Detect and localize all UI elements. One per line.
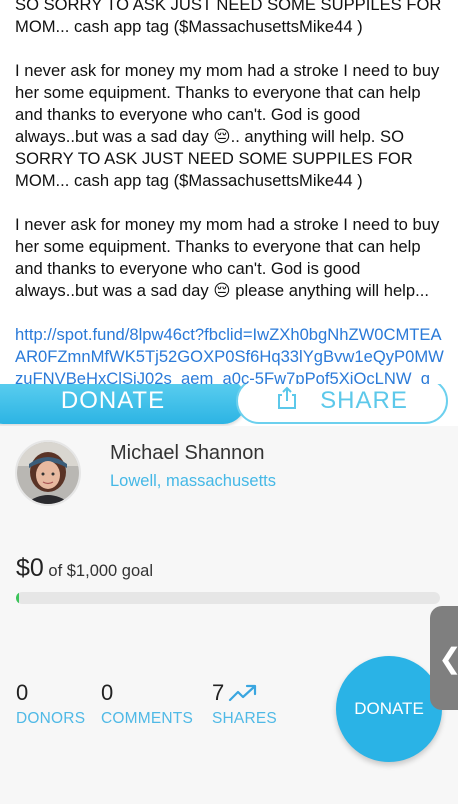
- share-button[interactable]: SHARE: [236, 384, 448, 424]
- shares-label: SHARES: [212, 710, 277, 727]
- fundraiser-link[interactable]: http://spot.fund/8lpw46ct?fbclid=IwZXh0b…: [15, 324, 447, 390]
- donate-button[interactable]: DONATE: [0, 384, 246, 424]
- fundraiser-card: Michael Shannon Lowell, massachusetts $0…: [0, 426, 458, 804]
- goal-text: of $1,000 goal: [48, 562, 153, 580]
- share-button-label: SHARE: [320, 387, 408, 414]
- shares-count-row: 7: [212, 680, 277, 706]
- raised-summary: $0 of $1,000 goal: [16, 554, 153, 583]
- avatar[interactable]: [15, 440, 81, 506]
- progress-fill: [16, 592, 19, 604]
- chevron-left-icon: ❮: [438, 642, 458, 675]
- comments-label: COMMENTS: [101, 710, 194, 727]
- raised-amount: $0: [16, 554, 44, 582]
- comments-stat[interactable]: 0 COMMENTS: [101, 680, 193, 728]
- profile-photo: [17, 442, 79, 504]
- share-icon: [276, 386, 298, 417]
- donate-round-label: DONATE: [354, 699, 424, 718]
- comments-count: 0: [101, 680, 114, 705]
- donate-round-button[interactable]: DONATE: [336, 656, 442, 762]
- action-bar: DONATE SHARE: [0, 384, 458, 426]
- donors-stat[interactable]: 0 DONORS: [16, 680, 85, 728]
- post-paragraph: SO SORRY TO ASK JUST NEED SOME SUPPILES …: [15, 0, 446, 36]
- side-drawer-tab[interactable]: ❮: [430, 606, 458, 710]
- trending-up-icon: [228, 683, 258, 703]
- post-text: SO SORRY TO ASK JUST NEED SOME SUPPILES …: [15, 0, 447, 390]
- donors-count: 0: [16, 680, 29, 705]
- shares-stat[interactable]: 7 SHARES: [212, 680, 277, 728]
- organizer-location: Lowell, massachusetts: [110, 472, 276, 490]
- donors-label: DONORS: [16, 710, 86, 727]
- post-paragraph: I never ask for money my mom had a strok…: [15, 61, 444, 190]
- progress-bar: [16, 592, 440, 604]
- shares-count: 7: [212, 680, 225, 705]
- post-body: SO SORRY TO ASK JUST NEED SOME SUPPILES …: [0, 0, 458, 392]
- organizer-name[interactable]: Michael Shannon: [110, 442, 265, 465]
- post-paragraph: I never ask for money my mom had a strok…: [15, 215, 444, 300]
- donate-button-label: DONATE: [60, 387, 166, 414]
